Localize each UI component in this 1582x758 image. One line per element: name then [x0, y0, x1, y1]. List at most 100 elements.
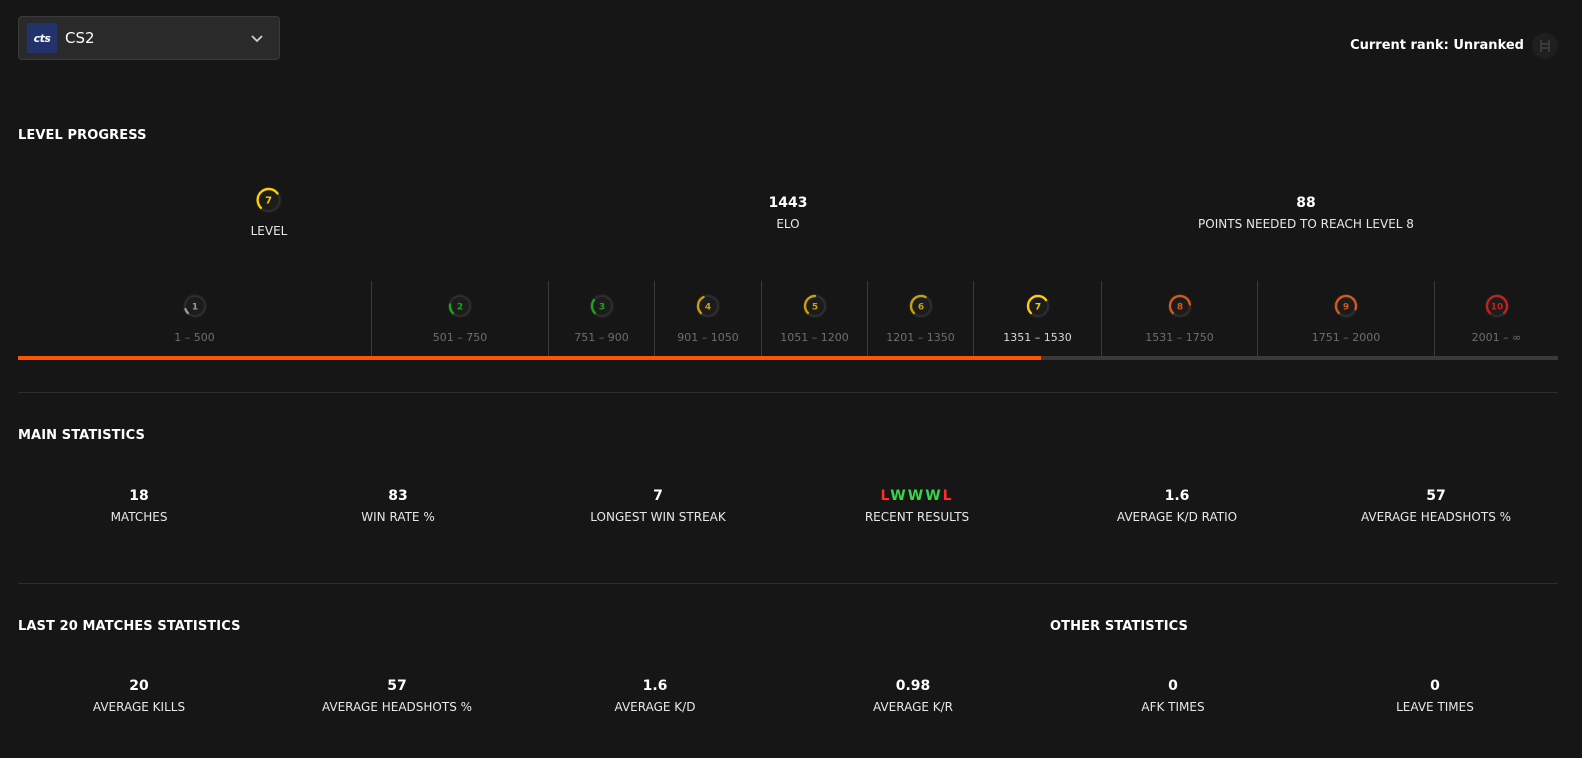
svg-text:7: 7 [1034, 303, 1040, 313]
stat-value: 0 [1430, 678, 1440, 694]
average-headshots-stat: 57 AVERAGE HEADSHOTS % [1361, 488, 1511, 524]
svg-text:7: 7 [266, 196, 273, 207]
level-3-badge: 3 [589, 293, 615, 323]
level-label: LEVEL [250, 224, 288, 238]
level-8-badge: 8 [1167, 293, 1193, 323]
svg-text:2: 2 [457, 303, 463, 313]
divider [18, 392, 1558, 393]
result-loss: L [880, 488, 891, 504]
level-stat: 7 LEVEL [250, 186, 288, 238]
level-range-9: 9 1751 – 2000 [1257, 281, 1434, 357]
svg-text:4: 4 [705, 303, 711, 313]
level-gauge-icon: 9 [1333, 293, 1359, 319]
game-name: CS2 [65, 29, 95, 47]
level-1-badge: 1 [182, 293, 208, 323]
level-ranges-row: 1 1 – 500 2 501 – 750 3 751 – 900 4 901 – 1050 5… [18, 281, 1558, 357]
stat-value: 18 [129, 488, 149, 504]
level-range-label: 1 – 500 [174, 331, 215, 344]
level-gauge-icon: 8 [1167, 293, 1192, 319]
recent-results-stat: LWWWL RECENT RESULTS [865, 488, 969, 524]
svg-text:5: 5 [811, 303, 817, 313]
svg-text:10: 10 [1490, 303, 1503, 313]
result-win: W [925, 488, 943, 504]
stat-label: AVERAGE K/D RATIO [1116, 510, 1238, 524]
level-10-badge: 10 [1484, 293, 1510, 323]
average-kd-ratio-stat: 1.6 AVERAGE K/D RATIO [1117, 488, 1237, 524]
result-win: W [890, 488, 908, 504]
stat-label: MATCHES [110, 510, 168, 524]
level-range-7: 7 1351 – 1530 [973, 281, 1101, 357]
points-needed-label: POINTS NEEDED TO REACH LEVEL 8 [1198, 217, 1414, 231]
level-range-6: 6 1201 – 1350 [867, 281, 973, 357]
level-gauge-icon: 5 [802, 293, 827, 319]
stat-label: LONGEST WIN STREAK [590, 510, 726, 524]
other-statistics-title: OTHER STATISTICS [1050, 619, 1189, 634]
afk-times-stat: 0 AFK TIMES [1141, 678, 1204, 714]
win-rate-stat: 83 WIN RATE % [361, 488, 434, 524]
level-gauge-icon: 6 [908, 293, 933, 319]
level-gauge-icon: 2 [447, 293, 473, 319]
chevron-down-icon [251, 35, 263, 43]
stat-value: 1.6 [642, 678, 668, 694]
level-progress-fill [18, 356, 1041, 360]
stat-value: 7 [653, 488, 663, 504]
level-9-badge: 9 [1333, 293, 1359, 323]
level-gauge-icon: 7 [255, 186, 283, 214]
points-needed-value: 88 [1296, 195, 1316, 211]
level-range-label: 1351 – 1530 [1003, 331, 1072, 344]
divider [18, 583, 1558, 584]
matches-stat: 18 MATCHES [111, 488, 168, 524]
average-kr-stat: 0.98 AVERAGE K/R [873, 678, 953, 714]
leave-times-stat: 0 LEAVE TIMES [1396, 678, 1474, 714]
level-gauge-icon: 3 [589, 293, 614, 319]
stat-label: RECENT RESULTS [864, 510, 970, 524]
svg-text:9: 9 [1343, 303, 1349, 313]
level-range-label: 1531 – 1750 [1145, 331, 1214, 344]
level-range-2: 2 501 – 750 [371, 281, 548, 357]
last-20-matches-title: LAST 20 MATCHES STATISTICS [18, 619, 241, 634]
game-select-dropdown[interactable]: cts CS2 [18, 16, 280, 60]
stat-value: 57 [1426, 488, 1446, 504]
elo-stat: 1443 ELO [769, 195, 808, 231]
level-6-badge: 6 [908, 293, 934, 323]
level-gauge-icon: 10 [1484, 293, 1509, 319]
level-progress-bar [18, 356, 1558, 360]
average-kills-stat: 20 AVERAGE KILLS [93, 678, 185, 714]
level-range-label: 901 – 1050 [677, 331, 739, 344]
level-range-4: 4 901 – 1050 [654, 281, 761, 357]
stat-label: AVERAGE KILLS [92, 700, 186, 714]
level-range-label: 751 – 900 [574, 331, 629, 344]
stat-label: AVERAGE HEADSHOTS % [321, 700, 473, 714]
longest-win-streak-stat: 7 LONGEST WIN STREAK [590, 488, 725, 524]
level-range-label: 2001 – ∞ [1471, 331, 1522, 344]
level-range-5: 5 1051 – 1200 [761, 281, 867, 357]
game-logo: cts [27, 23, 57, 53]
level-gauge-icon: 1 [182, 293, 207, 319]
stat-label: AVERAGE K/D [614, 700, 696, 714]
level-progress-title: LEVEL PROGRESS [18, 128, 147, 143]
stat-label: AVERAGE K/R [872, 700, 954, 714]
svg-text:3: 3 [598, 303, 604, 313]
stat-value: 57 [387, 678, 407, 694]
current-rank-text: Current rank: Unranked [1350, 38, 1524, 53]
svg-text:6: 6 [917, 303, 923, 313]
result-win: W [907, 488, 926, 504]
level-5-badge: 5 [802, 293, 828, 323]
level-range-8: 8 1531 – 1750 [1101, 281, 1257, 357]
level-range-label: 1051 – 1200 [780, 331, 849, 344]
stat-label: AFK TIMES [1141, 700, 1205, 714]
level-range-label: 1201 – 1350 [886, 331, 955, 344]
stat-value: 83 [388, 488, 408, 504]
level-range-10: 10 2001 – ∞ [1434, 281, 1558, 357]
level-2-badge: 2 [447, 293, 473, 323]
svg-text:1: 1 [191, 303, 197, 313]
level-7-badge: 7 [251, 186, 288, 214]
level-gauge-icon: 4 [695, 293, 721, 319]
stat-value: 1.6 [1164, 488, 1190, 504]
level-gauge-icon: 7 [1025, 293, 1050, 319]
level-range-label: 501 – 750 [432, 331, 488, 344]
level-range-3: 3 751 – 900 [548, 281, 654, 357]
level-4-badge: 4 [695, 293, 721, 323]
stat-value: 0.98 [895, 678, 931, 694]
level-range-1: 1 1 – 500 [18, 281, 371, 357]
